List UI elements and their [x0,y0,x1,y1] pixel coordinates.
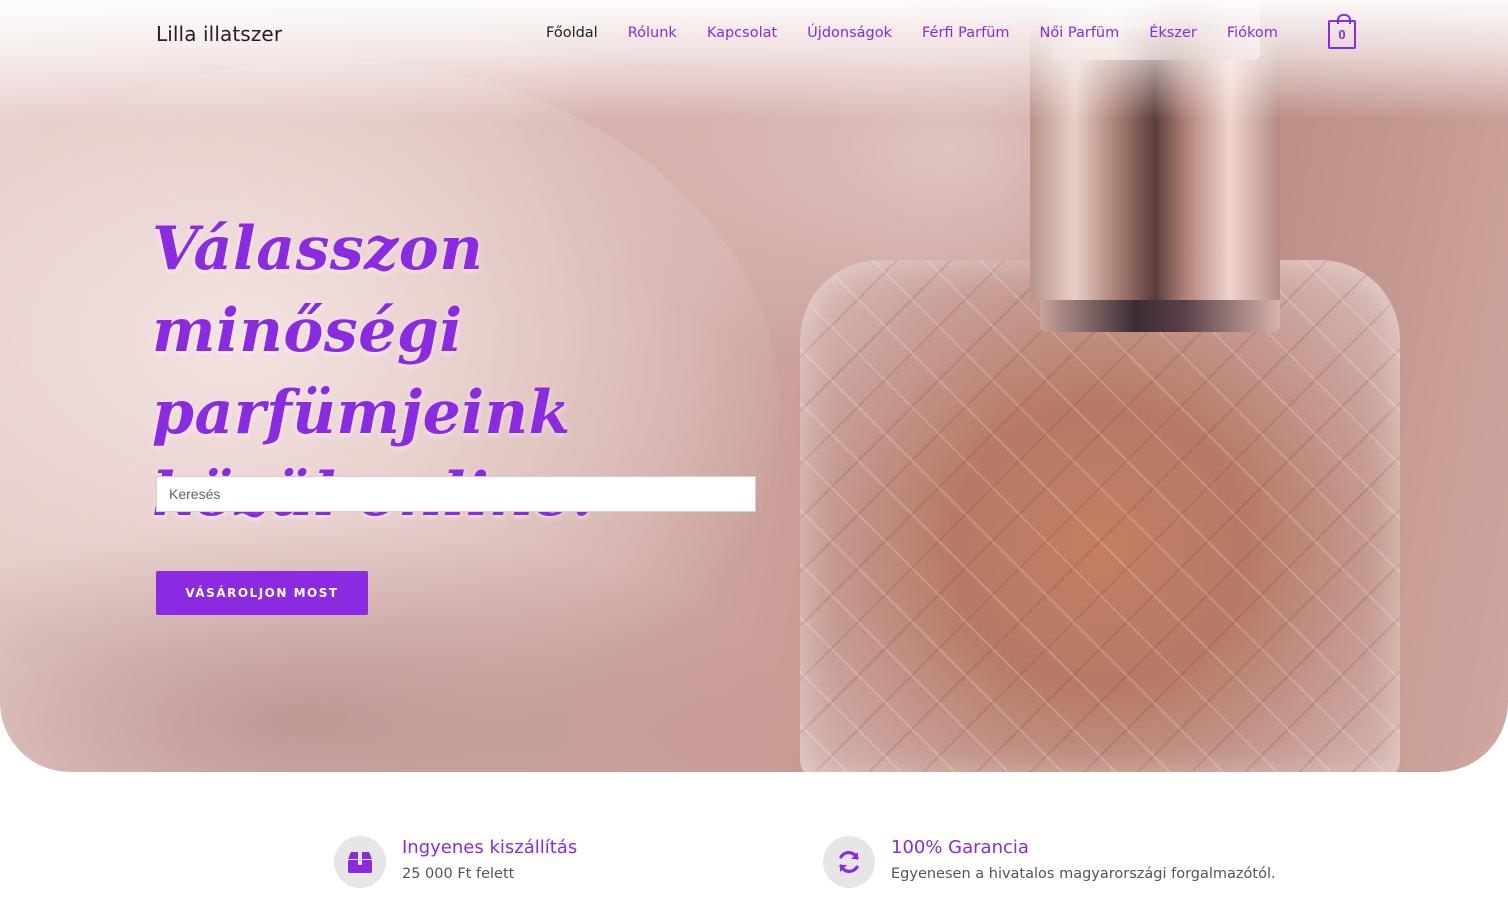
feature-free-shipping: Ingyenes kiszállítás 25 000 Ft felett [334,836,577,888]
nav-item-mens-perfume[interactable]: Férfi Parfüm [922,25,1010,41]
nav-item-jewelry[interactable]: Ékszer [1149,25,1197,41]
nav-item-account[interactable]: Fiókom [1227,25,1278,41]
nav-item-new[interactable]: Újdonságok [807,25,892,41]
search-input[interactable] [156,476,756,512]
box-icon [334,836,386,888]
feature-subtitle: Egyenesen a hivatalos magyarországi forg… [891,866,1276,882]
refresh-icon [823,836,875,888]
site-header: Lilla illatszer Főoldal Rólunk Kapcsolat… [0,0,1508,70]
perfume-bottle-image [800,260,1400,772]
cart-button[interactable]: 0 [1328,14,1356,49]
nav-item-contact[interactable]: Kapcsolat [707,25,777,41]
nav-item-womens-perfume[interactable]: Női Parfüm [1040,25,1120,41]
feature-guarantee: 100% Garancia Egyenesen a hivatalos magy… [823,836,1276,888]
cart-count: 0 [1338,27,1346,42]
nav-item-home[interactable]: Főoldal [546,25,598,41]
hero-banner: Válasszon minőségi parfümjeink közül onl… [0,0,1508,772]
main-nav: Főoldal Rólunk Kapcsolat Újdonságok Férf… [546,25,1308,41]
feature-subtitle: 25 000 Ft felett [402,866,515,882]
shop-now-button[interactable]: VÁSÁROLJON MOST [156,571,368,615]
feature-title: 100% Garancia [891,837,1029,858]
feature-title: Ingyenes kiszállítás [402,837,578,858]
nav-item-about[interactable]: Rólunk [628,25,677,41]
site-logo[interactable]: Lilla illatszer [156,22,282,46]
